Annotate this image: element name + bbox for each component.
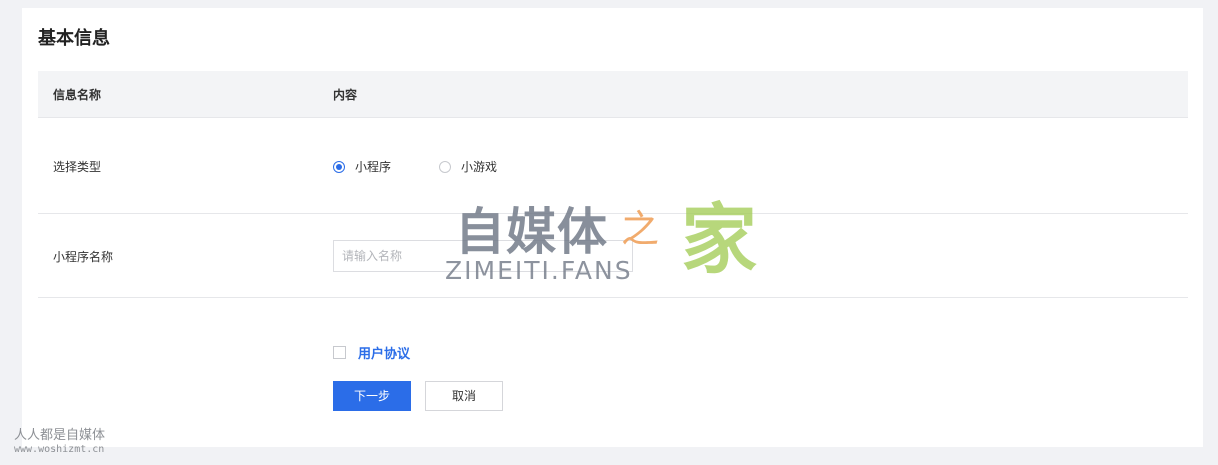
name-label: 小程序名称: [53, 250, 114, 264]
table-row-type: 选择类型 小程序 小游戏: [38, 118, 1188, 214]
agreement-checkbox[interactable]: [333, 346, 346, 359]
basic-info-card: 基本信息 信息名称 内容 选择类型 小程序 小游戏 小程序名称 用户协议 下一步…: [22, 8, 1203, 447]
corner-watermark-text: 人人都是自媒体: [14, 428, 106, 443]
type-label: 选择类型: [53, 160, 102, 174]
user-agreement-link[interactable]: 用户协议: [358, 343, 410, 362]
agreement-row[interactable]: 用户协议: [333, 343, 410, 362]
corner-watermark-url: www.woshizmt.cn: [14, 444, 105, 456]
section-title: 基本信息: [38, 28, 110, 49]
table-row-name: 小程序名称: [38, 214, 1188, 298]
header-info-name: 信息名称: [53, 88, 102, 102]
next-button[interactable]: 下一步: [333, 381, 411, 411]
cancel-button[interactable]: 取消: [425, 381, 503, 411]
table-header: 信息名称 内容: [38, 71, 1188, 118]
radio-mini-program[interactable]: 小程序: [333, 158, 391, 175]
radio-mini-game-label: 小游戏: [461, 160, 498, 174]
name-input[interactable]: [333, 240, 633, 272]
radio-mini-program-label: 小程序: [355, 160, 392, 174]
corner-watermark: 人人都是自媒体 www.woshizmt.cn: [14, 428, 105, 457]
radio-unchecked-icon[interactable]: [439, 160, 451, 173]
radio-checked-icon[interactable]: [333, 160, 345, 173]
radio-mini-game[interactable]: 小游戏: [439, 158, 497, 175]
header-content: 内容: [333, 88, 358, 102]
